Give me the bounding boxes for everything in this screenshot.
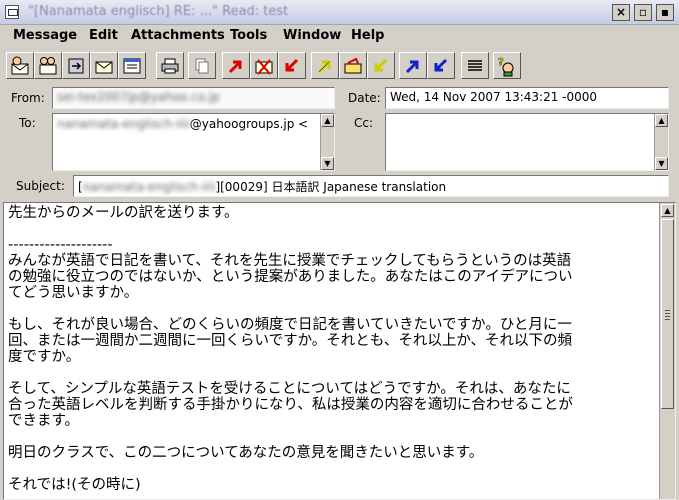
window-menu-icon[interactable] bbox=[5, 5, 19, 19]
subject-text: ][00029] 日本語訳 Japanese translation bbox=[215, 180, 447, 194]
next-message-button[interactable] bbox=[278, 52, 306, 79]
prev-red-icon bbox=[228, 60, 242, 73]
cc-field[interactable]: ▲ ▼ bbox=[385, 113, 669, 171]
next-thread-button[interactable] bbox=[427, 52, 455, 79]
date-field[interactable]: Wed, 14 Nov 2007 13:43:21 -0000 bbox=[385, 87, 669, 109]
title-bar: "[Nanamata englisch] RE: ..." Read: test… bbox=[0, 0, 679, 25]
body-scroll-up[interactable]: ▲ bbox=[661, 204, 674, 217]
to-scroll-up[interactable]: ▲ bbox=[321, 114, 334, 127]
reply-all-icon bbox=[39, 56, 57, 74]
prev-yellow-icon bbox=[317, 60, 331, 73]
maximize-window-button[interactable]: ▪ bbox=[656, 4, 674, 21]
mail-button[interactable] bbox=[90, 52, 118, 79]
previous-unread-button[interactable] bbox=[311, 52, 339, 79]
forward-icon bbox=[68, 58, 84, 73]
cc-label: Cc: bbox=[354, 116, 374, 130]
window-title: "[Nanamata englisch] RE: ..." Read: test bbox=[28, 4, 289, 19]
menu-attachments[interactable]: Attachments bbox=[131, 28, 225, 43]
delete-icon bbox=[255, 58, 273, 75]
to-label: To: bbox=[19, 116, 36, 130]
next-yellow-icon bbox=[374, 58, 388, 71]
help-button[interactable]: ? bbox=[493, 52, 521, 79]
restore-window-button[interactable]: ▫ bbox=[634, 4, 652, 21]
print-icon bbox=[161, 58, 179, 73]
headers-icon bbox=[468, 59, 482, 71]
forward-button[interactable] bbox=[62, 52, 90, 79]
menu-message[interactable]: Message bbox=[13, 28, 77, 43]
from-field[interactable]: sei-tex2007jp@yahoo.co.jp bbox=[52, 87, 335, 109]
message-body[interactable]: 先生からのメールの訳を送ります。 -------------------- みん… bbox=[3, 202, 676, 500]
menu-edit[interactable]: Edit bbox=[89, 28, 118, 43]
to-field[interactable]: nanamata-englisch-iiii@yahoogroups.jp < … bbox=[52, 113, 335, 171]
subject-hidden: nanamata-englisch-iiii bbox=[82, 180, 216, 194]
message-body-text: 先生からのメールの訳を送ります。 -------------------- みん… bbox=[8, 205, 573, 493]
next-red-icon bbox=[285, 58, 299, 71]
date-value: Wed, 14 Nov 2007 13:43:21 -0000 bbox=[390, 90, 598, 104]
mail-icon bbox=[95, 61, 113, 73]
menu-bar: Message Edit Attachments Tools Window He… bbox=[0, 25, 679, 47]
print-button[interactable] bbox=[156, 52, 184, 79]
reply-button[interactable] bbox=[6, 52, 34, 79]
subject-field[interactable]: [nanamata-englisch-iiii][00029] 日本語訳 Jap… bbox=[73, 175, 669, 197]
toolbar: ? bbox=[0, 48, 679, 82]
menu-tools[interactable]: Tools bbox=[230, 28, 267, 43]
delete-button[interactable] bbox=[250, 52, 278, 79]
menu-help[interactable]: Help bbox=[351, 28, 384, 43]
compose-icon bbox=[123, 58, 141, 73]
mark-yellow-icon bbox=[344, 57, 362, 73]
to-scroll-down[interactable]: ▼ bbox=[321, 157, 334, 170]
help-icon: ? bbox=[498, 56, 514, 76]
cc-scroll-down[interactable]: ▼ bbox=[655, 157, 668, 170]
svg-text:?: ? bbox=[498, 57, 504, 68]
reply-all-button[interactable] bbox=[34, 52, 62, 79]
next-blue-icon bbox=[434, 58, 448, 71]
body-scrollbar[interactable]: ▲ bbox=[659, 203, 675, 499]
show-headers-button[interactable] bbox=[461, 52, 489, 79]
close-window-button[interactable]: × bbox=[612, 4, 630, 21]
subject-label: Subject: bbox=[16, 179, 65, 193]
copy-icon bbox=[195, 58, 209, 73]
date-label: Date: bbox=[348, 91, 381, 105]
prev-blue-icon bbox=[405, 60, 419, 73]
previous-message-button[interactable] bbox=[222, 52, 250, 79]
next-unread-button[interactable] bbox=[367, 52, 395, 79]
reply-icon bbox=[11, 56, 29, 74]
from-label: From: bbox=[11, 91, 45, 105]
copy-button[interactable] bbox=[188, 52, 216, 79]
menu-window[interactable]: Window bbox=[283, 28, 341, 43]
cc-scroll-up[interactable]: ▲ bbox=[655, 114, 668, 127]
to-value-hidden: nanamata-englisch-iiii bbox=[57, 117, 190, 131]
cc-scrollbar[interactable]: ▲ ▼ bbox=[654, 114, 668, 170]
to-value: @yahoogroups.jp < bbox=[189, 117, 309, 131]
compose-button[interactable] bbox=[118, 52, 146, 79]
to-scrollbar[interactable]: ▲ ▼ bbox=[320, 114, 334, 170]
body-scroll-thumb[interactable] bbox=[661, 219, 674, 409]
mark-unread-button[interactable] bbox=[339, 52, 367, 79]
subject-bracket: [ bbox=[78, 180, 83, 194]
from-value: sei-tex2007jp@yahoo.co.jp bbox=[57, 90, 220, 104]
previous-thread-button[interactable] bbox=[399, 52, 427, 79]
